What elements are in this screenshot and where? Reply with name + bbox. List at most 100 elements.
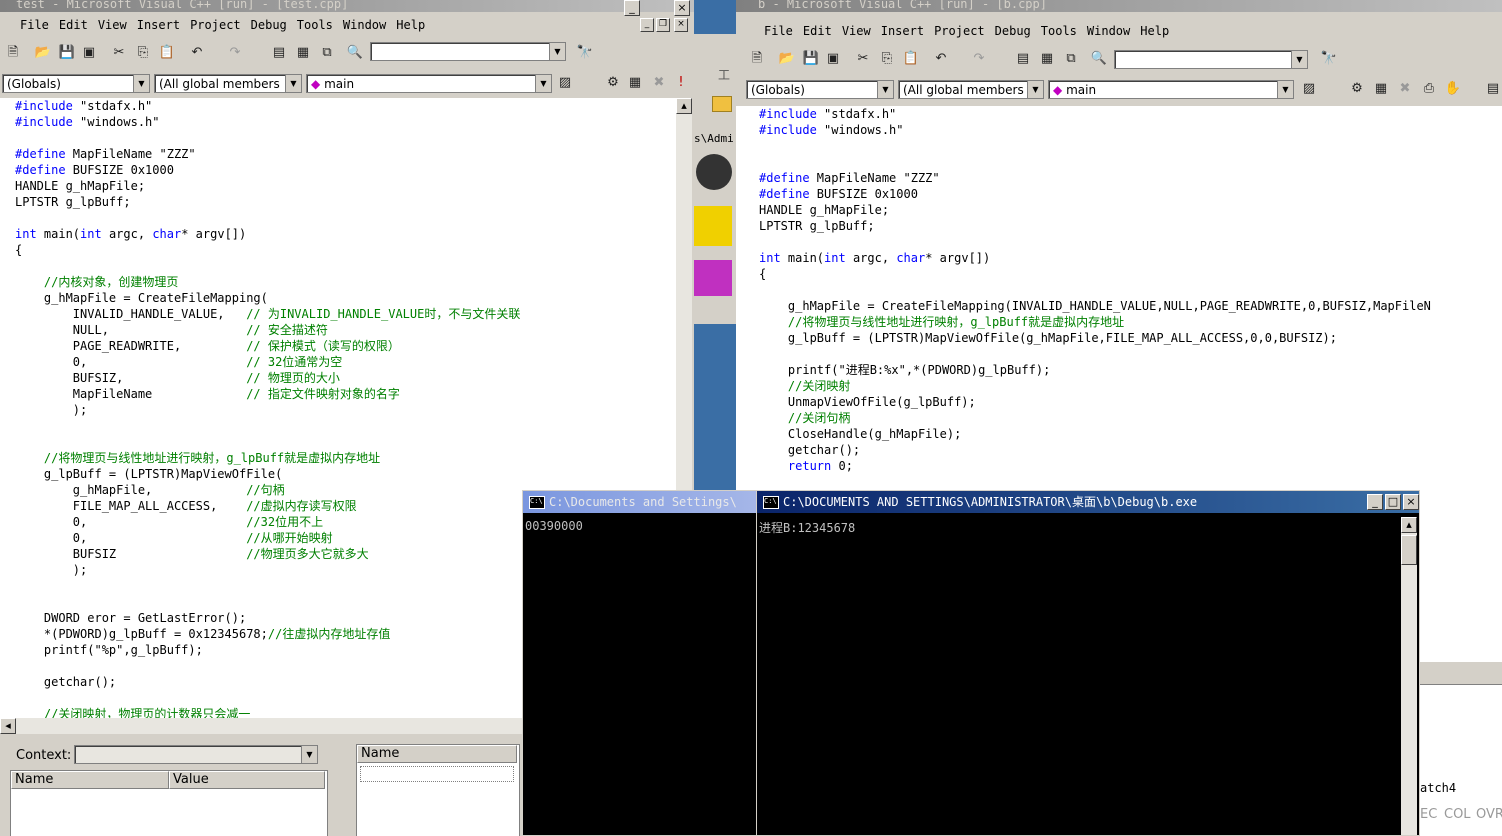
workspace-icon[interactable]: ▤ — [270, 44, 288, 62]
workspace-icon[interactable]: ▤ — [1014, 50, 1032, 68]
right-menubar: File Edit View Insert Project Debug Tools Windo… — [736, 20, 1502, 42]
new-file-icon[interactable]: 🗎 — [4, 44, 22, 62]
window-list-icon[interactable]: ⧉ — [318, 44, 336, 62]
stop-build-icon[interactable]: ✖ — [1396, 80, 1414, 98]
window-list-icon[interactable]: ⧉ — [1062, 50, 1080, 68]
wizard-action-icon[interactable]: ▨ — [556, 74, 574, 92]
mdi-restore-button[interactable]: ❐ — [656, 18, 670, 32]
wizard-action-icon[interactable]: ▨ — [1300, 80, 1318, 98]
code-line: { — [15, 243, 23, 257]
menu-debug[interactable]: Debug — [251, 14, 287, 36]
copy-icon[interactable]: ⎘ — [134, 44, 152, 62]
code-line: #include "windows.h" — [15, 115, 160, 129]
code-line: printf("进程B:%x",*(PDWORD)g_lpBuff); — [759, 363, 1051, 377]
watch-tab[interactable]: atch4 — [1420, 781, 1456, 795]
console-window-a[interactable]: C:\ C:\Documents and Settings\ 00390000 — [522, 490, 762, 836]
compile-icon[interactable]: ⚙ — [604, 74, 622, 92]
background-label-1: 工 — [718, 68, 731, 82]
value-column-header[interactable]: Value — [169, 771, 325, 789]
code-line: printf("%p",g_lpBuff); — [15, 643, 203, 657]
menu-view[interactable]: View — [842, 20, 871, 42]
console-window-b[interactable]: C:\ C:\DOCUMENTS AND SETTINGS\ADMINISTRA… — [756, 490, 1420, 836]
find-combo[interactable]: ▼ — [1114, 50, 1308, 69]
scroll-thumb[interactable] — [1401, 535, 1417, 565]
menu-project[interactable]: Project — [190, 14, 241, 36]
save-icon[interactable]: 💾 — [802, 50, 820, 68]
watch-edit-cell[interactable] — [360, 766, 514, 782]
members-combo[interactable]: (All global members ▼ — [154, 74, 302, 93]
code-line: NULL, // 安全描述符 — [15, 323, 328, 337]
context-combo[interactable]: ▼ — [74, 745, 318, 764]
find-icon[interactable]: 🔭 — [1320, 50, 1338, 68]
code-line: BUFSIZ, // 物理页的大小 — [15, 371, 340, 385]
execute-icon[interactable]: ! — [672, 74, 690, 92]
code-line: g_lpBuff = (LPTSTR)MapViewOfFile( — [15, 467, 283, 481]
scroll-up-button[interactable]: ▴ — [676, 98, 692, 114]
code-line: //关闭句柄 — [787, 411, 851, 425]
find-in-files-icon[interactable]: 🔍 — [346, 44, 364, 62]
go-icon[interactable]: ⎙ — [1420, 80, 1438, 98]
minimize-button[interactable]: _ — [1367, 494, 1383, 510]
status-col: COL — [1444, 807, 1471, 822]
menu-tools[interactable]: Tools — [297, 14, 333, 36]
menu-view[interactable]: View — [98, 14, 127, 36]
copy-icon[interactable]: ⎘ — [878, 50, 896, 68]
open-folder-icon[interactable]: 📂 — [34, 44, 52, 62]
context-label: Context: — [16, 748, 72, 763]
save-icon[interactable]: 💾 — [58, 44, 76, 62]
output-icon[interactable]: ▦ — [1038, 50, 1056, 68]
scroll-up-button[interactable]: ▴ — [1401, 517, 1417, 533]
build-icon[interactable]: ▦ — [626, 74, 644, 92]
compile-icon[interactable]: ⚙ — [1348, 80, 1366, 98]
breakpoint-hand-icon[interactable]: ✋ — [1444, 80, 1462, 98]
menu-help[interactable]: Help — [1140, 20, 1169, 42]
close-button[interactable]: × — [1403, 494, 1419, 510]
find-icon[interactable]: 🔭 — [576, 44, 594, 62]
mdi-minimize-button[interactable]: _ — [640, 18, 654, 32]
paste-icon[interactable]: 📋 — [902, 50, 920, 68]
code-line: //将物理页与线性地址进行映射，g_lpBuff就是虚拟内存地址 — [787, 315, 1125, 329]
function-combo[interactable]: ◆ main ▼ — [306, 74, 552, 93]
menu-window[interactable]: Window — [343, 14, 386, 36]
paste-icon[interactable]: 📋 — [158, 44, 176, 62]
watch-name-header[interactable]: Name — [357, 745, 517, 763]
scope-combo[interactable]: (Globals) ▼ — [746, 80, 894, 99]
maximize-button[interactable]: □ — [1385, 494, 1401, 510]
menu-tools[interactable]: Tools — [1041, 20, 1077, 42]
code-line: CloseHandle(g_hMapFile); — [759, 427, 962, 441]
code-line: return 0; — [787, 459, 853, 473]
save-all-icon[interactable]: ▣ — [80, 44, 98, 62]
stop-build-icon[interactable]: ✖ — [650, 74, 668, 92]
menu-edit[interactable]: Edit — [803, 20, 832, 42]
function-combo[interactable]: ◆ main ▼ — [1048, 80, 1294, 99]
menu-file[interactable]: File — [764, 20, 793, 42]
undo-icon[interactable]: ↶ — [932, 50, 950, 68]
toolbar-extra-icon[interactable]: ▤ — [1484, 80, 1502, 98]
members-combo[interactable]: (All global members ▼ — [898, 80, 1044, 99]
console-b-scrollbar[interactable]: ▴ — [1401, 517, 1417, 835]
mdi-close-button[interactable]: × — [674, 18, 688, 32]
menu-help[interactable]: Help — [396, 14, 425, 36]
menu-project[interactable]: Project — [934, 20, 985, 42]
scroll-left-button[interactable]: ◂ — [0, 718, 16, 734]
scope-combo[interactable]: (Globals) ▼ — [2, 74, 150, 93]
find-in-files-icon[interactable]: 🔍 — [1090, 50, 1108, 68]
output-icon[interactable]: ▦ — [294, 44, 312, 62]
cut-icon[interactable]: ✂ — [854, 50, 872, 68]
redo-icon[interactable]: ↷ — [970, 50, 988, 68]
save-all-icon[interactable]: ▣ — [824, 50, 842, 68]
redo-icon[interactable]: ↷ — [226, 44, 244, 62]
build-icon[interactable]: ▦ — [1372, 80, 1390, 98]
new-file-icon[interactable]: 🗎 — [748, 50, 766, 68]
open-folder-icon[interactable]: 📂 — [778, 50, 796, 68]
menu-debug[interactable]: Debug — [995, 20, 1031, 42]
name-column-header[interactable]: Name — [11, 771, 169, 789]
menu-window[interactable]: Window — [1087, 20, 1130, 42]
find-combo[interactable]: ▼ — [370, 42, 566, 61]
cut-icon[interactable]: ✂ — [110, 44, 128, 62]
menu-insert[interactable]: Insert — [137, 14, 180, 36]
menu-insert[interactable]: Insert — [881, 20, 924, 42]
undo-icon[interactable]: ↶ — [188, 44, 206, 62]
menu-edit[interactable]: Edit — [59, 14, 88, 36]
menu-file[interactable]: File — [20, 14, 49, 36]
